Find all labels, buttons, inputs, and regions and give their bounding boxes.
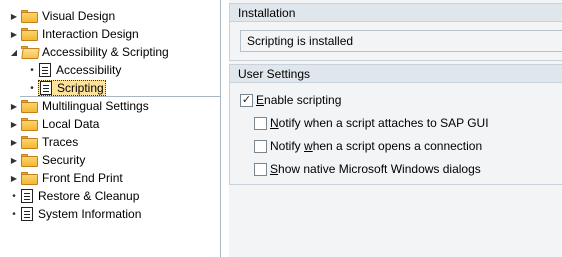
installation-group: Installation Scripting is installed (229, 3, 562, 61)
enable-scripting-label: Enable scripting (256, 93, 342, 107)
notify-open-checkbox-row[interactable]: Notify when a script opens a connection (254, 137, 482, 155)
document-icon (21, 207, 33, 221)
tree-item-label: Accessibility (56, 63, 122, 77)
tree-item-label: Accessibility & Scripting (42, 45, 169, 59)
notify-open-label: Notify when a script opens a connection (270, 139, 483, 153)
tree-item-scripting[interactable]: • Scripting (0, 79, 221, 97)
tree-item-front-end-print[interactable]: ▶ Front End Print (0, 169, 221, 187)
expand-caret-icon[interactable]: ▶ (8, 151, 20, 169)
user-settings-group: User Settings ✓ Enable scripting Notify … (229, 64, 562, 185)
folder-icon (21, 117, 38, 131)
bullet-icon: • (30, 64, 34, 76)
notify-attach-checkbox[interactable] (254, 116, 267, 130)
options-tree: ▶ Visual Design ▶ Interaction Design ◢ A… (0, 0, 221, 257)
tree-item-label: Restore & Cleanup (38, 189, 140, 203)
installation-group-title: Installation (230, 4, 562, 22)
panel-splitter[interactable] (221, 0, 229, 257)
tree-item-label: Visual Design (42, 9, 116, 23)
folder-icon (21, 9, 38, 23)
bullet-icon: • (12, 208, 16, 220)
tree-item-label: Local Data (42, 117, 100, 131)
notify-attach-label: Notify when a script attaches to SAP GUI (270, 116, 489, 130)
bullet-icon: • (12, 190, 16, 202)
tree-item-label: Front End Print (42, 171, 123, 185)
expand-caret-icon[interactable]: ▶ (8, 133, 20, 151)
folder-icon (21, 27, 38, 41)
tree-item-restore-cleanup[interactable]: • Restore & Cleanup (0, 187, 221, 205)
document-icon (21, 189, 33, 203)
tree-item-local-data[interactable]: ▶ Local Data (0, 115, 221, 133)
tree-item-multilingual-settings[interactable]: ▶ Multilingual Settings (0, 97, 221, 115)
user-settings-group-title: User Settings (230, 65, 562, 83)
folder-icon (21, 153, 38, 167)
tree-item-label: Multilingual Settings (42, 99, 149, 113)
selected-item-highlight: Scripting (38, 80, 106, 96)
collapse-caret-icon[interactable]: ◢ (8, 43, 20, 61)
expand-caret-icon[interactable]: ▶ (8, 97, 20, 115)
expand-caret-icon[interactable]: ▶ (8, 115, 20, 133)
settings-panel: Installation Scripting is installed User… (229, 0, 562, 257)
expand-caret-icon[interactable]: ▶ (8, 169, 20, 187)
tree-item-label: Interaction Design (42, 27, 139, 41)
tree-item-label: Security (42, 153, 86, 167)
installation-status-field: Scripting is installed (240, 30, 562, 52)
folder-icon (21, 99, 38, 113)
user-settings-group-content: ✓ Enable scripting Notify when a script … (230, 83, 562, 184)
tree-item-visual-design[interactable]: ▶ Visual Design (0, 7, 221, 25)
tree-item-accessibility[interactable]: • Accessibility (0, 61, 221, 79)
installation-group-content: Scripting is installed (230, 22, 562, 60)
document-icon (39, 63, 51, 77)
tree-item-label: Scripting (57, 81, 104, 95)
folder-icon (21, 135, 38, 149)
tree-item-label: Traces (42, 135, 79, 149)
tree-item-interaction-design[interactable]: ▶ Interaction Design (0, 25, 221, 43)
show-dialogs-label: Show native Microsoft Windows dialogs (270, 162, 481, 176)
show-dialogs-checkbox[interactable] (254, 162, 267, 176)
expand-caret-icon[interactable]: ▶ (8, 25, 20, 43)
tree-item-traces[interactable]: ▶ Traces (0, 133, 221, 151)
show-dialogs-checkbox-row[interactable]: Show native Microsoft Windows dialogs (254, 160, 481, 178)
notify-attach-checkbox-row[interactable]: Notify when a script attaches to SAP GUI (254, 114, 489, 132)
tree-item-security[interactable]: ▶ Security (0, 151, 221, 169)
notify-open-checkbox[interactable] (254, 139, 267, 153)
enable-scripting-checkbox[interactable]: ✓ (240, 93, 253, 107)
bullet-icon: • (30, 82, 34, 94)
tree-item-label: System Information (38, 207, 142, 221)
document-icon (40, 81, 52, 95)
enable-scripting-checkbox-row[interactable]: ✓ Enable scripting (240, 91, 341, 109)
tree-item-accessibility-scripting[interactable]: ◢ Accessibility & Scripting (0, 43, 221, 61)
folder-icon (21, 171, 38, 185)
folder-open-icon (21, 45, 40, 59)
expand-caret-icon[interactable]: ▶ (8, 7, 20, 25)
tree-item-system-information[interactable]: • System Information (0, 205, 221, 223)
